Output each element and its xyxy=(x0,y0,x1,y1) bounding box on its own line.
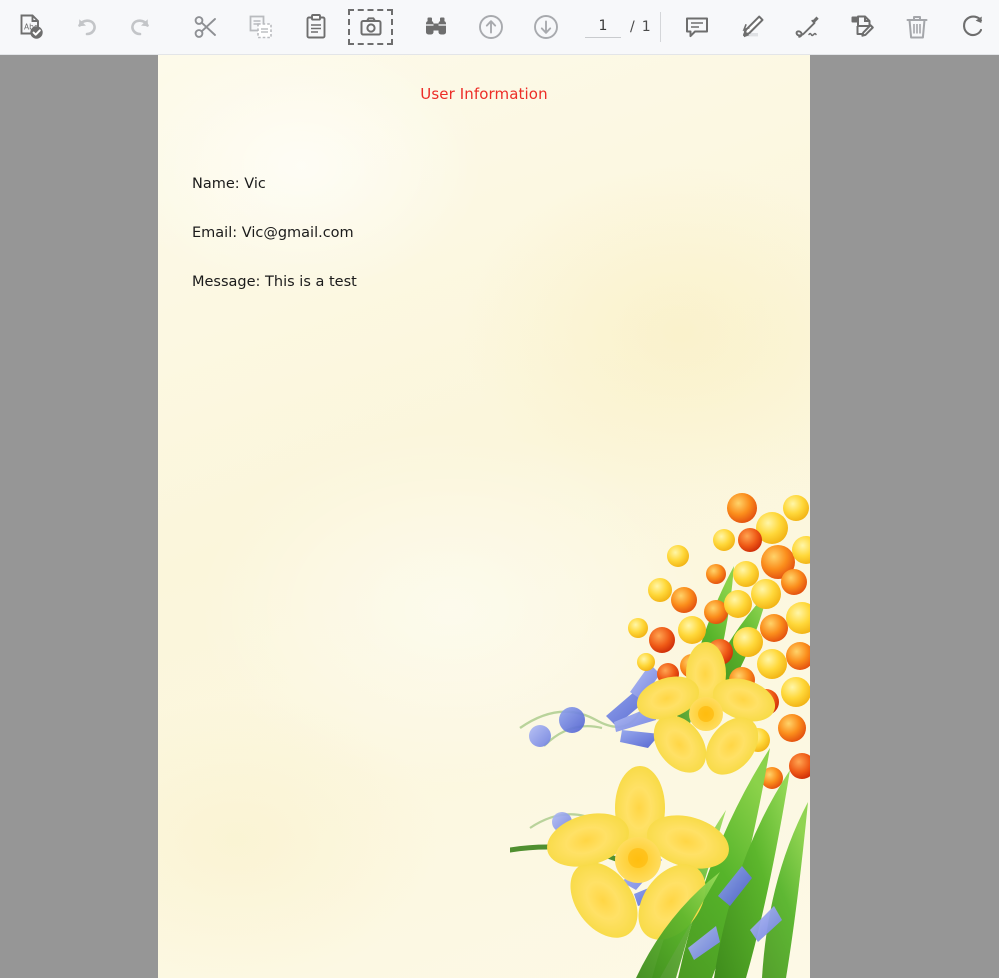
next-page-arrow-down-icon xyxy=(531,12,561,42)
binoculars-find-icon xyxy=(421,12,451,42)
total-pages-label: 1 xyxy=(641,19,651,35)
signature-pen-icon xyxy=(792,12,822,42)
find-button[interactable] xyxy=(408,4,463,50)
edit-document-button[interactable] xyxy=(835,4,890,50)
cut-scissors-icon xyxy=(191,12,221,42)
paste-button[interactable] xyxy=(288,4,343,50)
copy-icon xyxy=(246,12,276,42)
stamp-edit-document-icon xyxy=(847,12,877,42)
undo-button[interactable] xyxy=(58,4,113,50)
rotate-button[interactable] xyxy=(945,4,999,50)
document-title: User Information xyxy=(420,85,548,103)
paste-clipboard-icon xyxy=(301,12,331,42)
previous-page-arrow-up-icon xyxy=(476,12,506,42)
undo-icon xyxy=(71,12,101,42)
highlight-button[interactable] xyxy=(725,4,780,50)
comment-bubble-icon xyxy=(682,12,712,42)
snapshot-camera-icon xyxy=(356,12,386,42)
body-line-message: Message: This is a test xyxy=(192,273,357,290)
page-navigation: / 1 xyxy=(585,16,651,38)
previous-page-button[interactable] xyxy=(463,4,518,50)
redo-button[interactable] xyxy=(113,4,168,50)
page-number-input[interactable] xyxy=(585,16,621,38)
signature-button[interactable] xyxy=(780,4,835,50)
highlighter-pen-icon xyxy=(737,12,767,42)
spellcheck-document-icon: Abc xyxy=(16,12,46,42)
redo-icon xyxy=(126,12,156,42)
cut-button[interactable] xyxy=(178,4,233,50)
snapshot-button[interactable] xyxy=(343,4,398,50)
copy-button[interactable] xyxy=(233,4,288,50)
rotate-refresh-icon xyxy=(957,12,987,42)
spellcheck-document-button[interactable]: Abc xyxy=(3,4,58,50)
delete-button[interactable] xyxy=(890,4,945,50)
body-line-name: Name: Vic xyxy=(192,176,266,193)
next-page-button[interactable] xyxy=(518,4,573,50)
trash-delete-icon xyxy=(902,12,932,42)
document-body: Name: Vic Email: Vic@gmail.com Message: … xyxy=(192,144,357,322)
pdf-viewer-area[interactable]: User Information Name: Vic Email: Vic@gm… xyxy=(0,55,999,978)
body-line-email: Email: Vic@gmail.com xyxy=(192,225,354,242)
toolbar: Abc 1 / 1 xyxy=(0,0,999,55)
page-separator: / xyxy=(630,19,635,35)
comment-button[interactable] xyxy=(670,4,725,50)
toolbar-divider xyxy=(659,12,661,42)
pdf-page[interactable]: User Information Name: Vic Email: Vic@gm… xyxy=(158,55,810,978)
